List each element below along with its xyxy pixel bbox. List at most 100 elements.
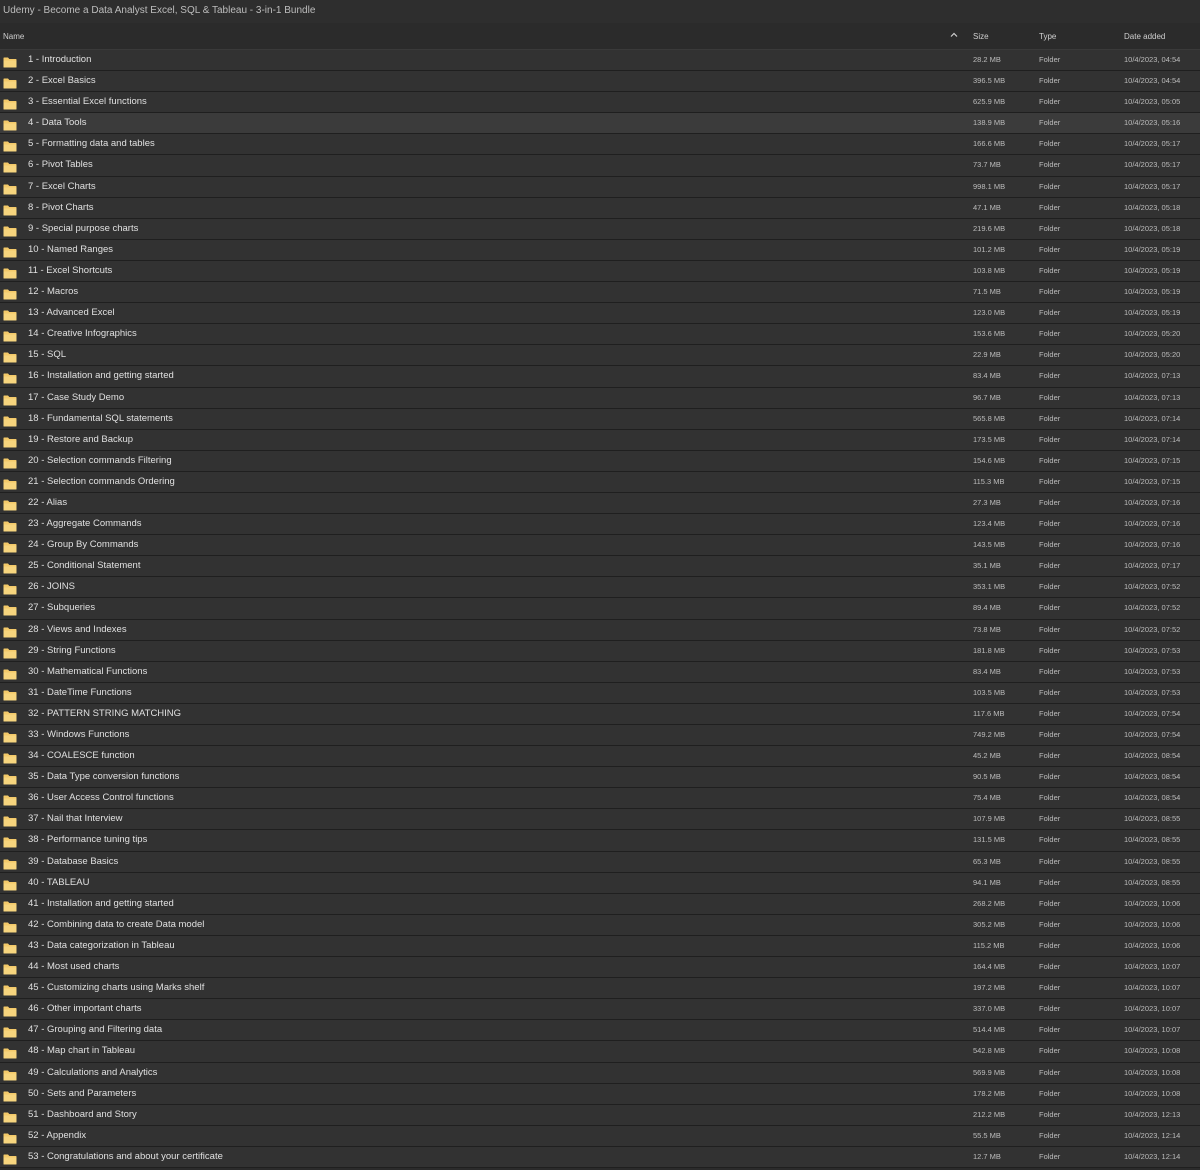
column-header-date-added[interactable]: Date added bbox=[1124, 32, 1165, 41]
file-row[interactable]: 30 - Mathematical Functions 83.4 MB Fold… bbox=[0, 661, 1200, 683]
column-header-name[interactable]: Name bbox=[3, 32, 24, 41]
file-size: 101.2 MB bbox=[973, 244, 1006, 254]
file-row[interactable]: 1 - Introduction 28.2 MB Folder 10/4/202… bbox=[0, 50, 1200, 72]
file-date-added: 10/4/2023, 12:14 bbox=[1124, 1151, 1181, 1161]
file-row[interactable]: 10 - Named Ranges 101.2 MB Folder 10/4/2… bbox=[0, 239, 1200, 261]
file-row[interactable]: 12 - Macros 71.5 MB Folder 10/4/2023, 05… bbox=[0, 282, 1200, 304]
file-row[interactable]: 37 - Nail that Interview 107.9 MB Folder… bbox=[0, 809, 1200, 831]
file-type: Folder bbox=[1039, 181, 1061, 191]
file-row[interactable]: 49 - Calculations and Analytics 569.9 MB… bbox=[0, 1062, 1200, 1084]
file-row[interactable]: 35 - Data Type conversion functions 90.5… bbox=[0, 767, 1200, 789]
file-row[interactable]: 22 - Alias 27.3 MB Folder 10/4/2023, 07:… bbox=[0, 492, 1200, 515]
file-row[interactable]: 39 - Database Basics 65.3 MB Folder 10/4… bbox=[0, 851, 1200, 873]
file-row[interactable]: 8 - Pivot Charts 47.1 MB Folder 10/4/202… bbox=[0, 197, 1200, 219]
file-row[interactable]: 40 - TABLEAU 94.1 MB Folder 10/4/2023, 0… bbox=[0, 872, 1200, 894]
file-size: 173.5 MB bbox=[973, 434, 1006, 444]
file-row[interactable]: 15 - SQL 22.9 MB Folder 10/4/2023, 05:20 bbox=[0, 345, 1200, 367]
file-name: 38 - Performance tuning tips bbox=[28, 834, 148, 846]
file-date-added: 10/4/2023, 05:17 bbox=[1124, 139, 1181, 149]
file-date-added: 10/4/2023, 05:20 bbox=[1124, 350, 1181, 360]
file-size: 998.1 MB bbox=[973, 181, 1006, 191]
file-row[interactable]: 17 - Case Study Demo 96.7 MB Folder 10/4… bbox=[0, 387, 1200, 409]
file-row[interactable]: 43 - Data categorization in Tableau 115.… bbox=[0, 935, 1200, 958]
file-row[interactable]: 16 - Installation and getting started 83… bbox=[0, 366, 1200, 388]
file-name: 19 - Restore and Backup bbox=[28, 433, 134, 445]
file-row[interactable]: 19 - Restore and Backup 173.5 MB Folder … bbox=[0, 429, 1200, 451]
file-row[interactable]: 46 - Other important charts 337.0 MB Fol… bbox=[0, 999, 1200, 1021]
file-row[interactable]: 18 - Fundamental SQL statements 565.8 MB… bbox=[0, 408, 1200, 430]
file-row[interactable]: 31 - DateTime Functions 103.5 MB Folder … bbox=[0, 682, 1200, 704]
file-type: Folder bbox=[1039, 751, 1061, 761]
file-row[interactable]: 41 - Installation and getting started 26… bbox=[0, 893, 1200, 915]
file-row[interactable]: 2 - Excel Basics 396.5 MB Folder 10/4/20… bbox=[0, 71, 1200, 93]
file-row[interactable]: 25 - Conditional Statement 35.1 MB Folde… bbox=[0, 556, 1200, 578]
file-name: 37 - Nail that Interview bbox=[28, 813, 123, 825]
file-size: 749.2 MB bbox=[973, 730, 1006, 739]
file-row[interactable]: 38 - Performance tuning tips 131.5 MB Fo… bbox=[0, 830, 1200, 852]
file-row[interactable]: 51 - Dashboard and Story 212.2 MB Folder… bbox=[0, 1104, 1200, 1126]
file-row[interactable]: 50 - Sets and Parameters 178.2 MB Folder… bbox=[0, 1083, 1200, 1105]
file-row[interactable]: 20 - Selection commands Filtering 154.6 … bbox=[0, 450, 1200, 472]
folder-icon bbox=[3, 899, 17, 912]
file-type: Folder bbox=[1039, 118, 1061, 128]
file-name: 39 - Database Basics bbox=[28, 855, 119, 867]
file-row[interactable]: 34 - COALESCE function 45.2 MB Folder 10… bbox=[0, 746, 1200, 768]
column-header-size[interactable]: Size bbox=[973, 32, 989, 41]
file-size: 73.7 MB bbox=[973, 160, 1001, 170]
file-row[interactable]: 21 - Selection commands Ordering 115.3 M… bbox=[0, 471, 1200, 493]
folder-icon bbox=[3, 1025, 17, 1038]
file-size: 12.7 MB bbox=[973, 1151, 1001, 1161]
file-row[interactable]: 23 - Aggregate Commands 123.4 MB Folder … bbox=[0, 514, 1200, 536]
file-row[interactable]: 11 - Excel Shortcuts 103.8 MB Folder 10/… bbox=[0, 260, 1200, 283]
file-type: Folder bbox=[1039, 97, 1061, 107]
file-date-added: 10/4/2023, 12:13 bbox=[1124, 1109, 1181, 1119]
file-row[interactable]: 6 - Pivot Tables 73.7 MB Folder 10/4/202… bbox=[0, 155, 1200, 177]
file-size: 28.2 MB bbox=[973, 55, 1001, 64]
file-type: Folder bbox=[1039, 1109, 1061, 1119]
file-row[interactable]: 14 - Creative Infographics 153.6 MB Fold… bbox=[0, 324, 1200, 346]
folder-icon bbox=[3, 139, 17, 152]
file-name: 51 - Dashboard and Story bbox=[28, 1108, 137, 1120]
file-row[interactable]: 53 - Congratulations and about your cert… bbox=[0, 1146, 1200, 1168]
folder-icon bbox=[3, 582, 17, 595]
file-row[interactable]: 24 - Group By Commands 143.5 MB Folder 1… bbox=[0, 535, 1200, 557]
file-name: 45 - Customizing charts using Marks shel… bbox=[28, 982, 205, 994]
file-name: 29 - String Functions bbox=[28, 644, 116, 656]
file-row[interactable]: 27 - Subqueries 89.4 MB Folder 10/4/2023… bbox=[0, 598, 1200, 620]
chevron-up-icon[interactable] bbox=[950, 31, 958, 39]
folder-icon bbox=[3, 477, 17, 490]
file-type: Folder bbox=[1039, 371, 1061, 381]
file-row[interactable]: 32 - PATTERN STRING MATCHING 117.6 MB Fo… bbox=[0, 703, 1200, 725]
file-row[interactable]: 47 - Grouping and Filtering data 514.4 M… bbox=[0, 1020, 1200, 1042]
file-row[interactable]: 26 - JOINS 353.1 MB Folder 10/4/2023, 07… bbox=[0, 577, 1200, 599]
file-row[interactable]: 5 - Formatting data and tables 166.6 MB … bbox=[0, 134, 1200, 156]
file-row[interactable]: 28 - Views and Indexes 73.8 MB Folder 10… bbox=[0, 619, 1200, 641]
file-row[interactable]: 7 - Excel Charts 998.1 MB Folder 10/4/20… bbox=[0, 176, 1200, 198]
file-size: 154.6 MB bbox=[973, 455, 1006, 465]
file-row[interactable]: 48 - Map chart in Tableau 542.8 MB Folde… bbox=[0, 1041, 1200, 1063]
file-row[interactable]: 45 - Customizing charts using Marks shel… bbox=[0, 978, 1200, 1000]
folder-icon bbox=[3, 667, 17, 680]
file-row[interactable]: 44 - Most used charts 164.4 MB Folder 10… bbox=[0, 957, 1200, 979]
folder-icon bbox=[3, 1152, 17, 1165]
file-type: Folder bbox=[1039, 308, 1061, 318]
file-name: 31 - DateTime Functions bbox=[28, 686, 132, 698]
file-row[interactable]: 33 - Windows Functions 749.2 MB Folder 1… bbox=[0, 725, 1200, 747]
file-row[interactable]: 4 - Data Tools 138.9 MB Folder 10/4/2023… bbox=[0, 113, 1200, 135]
window-title: Udemy - Become a Data Analyst Excel, SQL… bbox=[0, 0, 1200, 23]
file-type: Folder bbox=[1039, 540, 1061, 550]
file-row[interactable]: 42 - Combining data to create Data model… bbox=[0, 914, 1200, 936]
folder-icon bbox=[3, 1110, 17, 1123]
file-type: Folder bbox=[1039, 856, 1061, 866]
file-date-added: 10/4/2023, 07:53 bbox=[1124, 687, 1181, 697]
file-date-added: 10/4/2023, 05:17 bbox=[1124, 181, 1181, 191]
file-row[interactable]: 3 - Essential Excel functions 625.9 MB F… bbox=[0, 92, 1200, 114]
file-row[interactable]: 29 - String Functions 181.8 MB Folder 10… bbox=[0, 640, 1200, 662]
file-row[interactable]: 52 - Appendix 55.5 MB Folder 10/4/2023, … bbox=[0, 1125, 1200, 1147]
column-header-type[interactable]: Type bbox=[1039, 32, 1056, 41]
file-row[interactable]: 9 - Special purpose charts 219.6 MB Fold… bbox=[0, 218, 1200, 240]
file-size: 181.8 MB bbox=[973, 645, 1006, 655]
file-size: 143.5 MB bbox=[973, 540, 1006, 550]
file-row[interactable]: 13 - Advanced Excel 123.0 MB Folder 10/4… bbox=[0, 303, 1200, 325]
file-row[interactable]: 36 - User Access Control functions 75.4 … bbox=[0, 788, 1200, 810]
